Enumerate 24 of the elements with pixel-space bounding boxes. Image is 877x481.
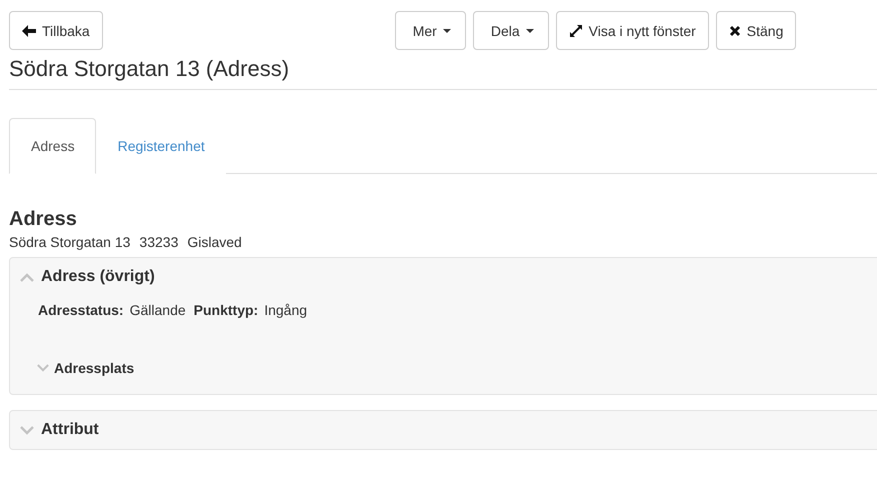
dropdown-button[interactable]: Dela — [472, 11, 549, 50]
close-button[interactable]: Stäng — [716, 11, 796, 50]
field-label: Punkttyp: — [194, 302, 258, 320]
page-title: Södra Storgatan 13 (Adress) — [9, 55, 877, 90]
field-value: Ingång — [264, 302, 308, 320]
button[interactable]: Visa i nytt fönster — [556, 11, 709, 50]
field-label: Adresstatus: — [38, 302, 124, 320]
subsection-title[interactable]: Adressplats — [54, 360, 134, 376]
back-button[interactable]: Tillbaka — [9, 11, 103, 50]
panel-title[interactable]: Attribut — [41, 421, 99, 439]
field-value: Gällande — [130, 302, 186, 320]
tab[interactable]: Registerenhet — [96, 118, 226, 174]
expand-arrows-icon — [568, 24, 583, 38]
close-icon — [728, 24, 741, 36]
tab[interactable]: Adress — [9, 118, 96, 174]
address-text: Södra Storgatan 13 — [9, 233, 130, 251]
section-heading: Adress — [9, 207, 78, 231]
arrow-left-icon — [22, 24, 36, 36]
address-text: 33233 — [139, 233, 178, 251]
panel-title[interactable]: Adress (övrigt) — [41, 268, 155, 286]
dropdown-button[interactable]: Mer — [394, 11, 466, 50]
address-text: Gislaved — [187, 233, 242, 251]
caret-icon — [526, 28, 534, 32]
caret-icon — [442, 28, 451, 32]
